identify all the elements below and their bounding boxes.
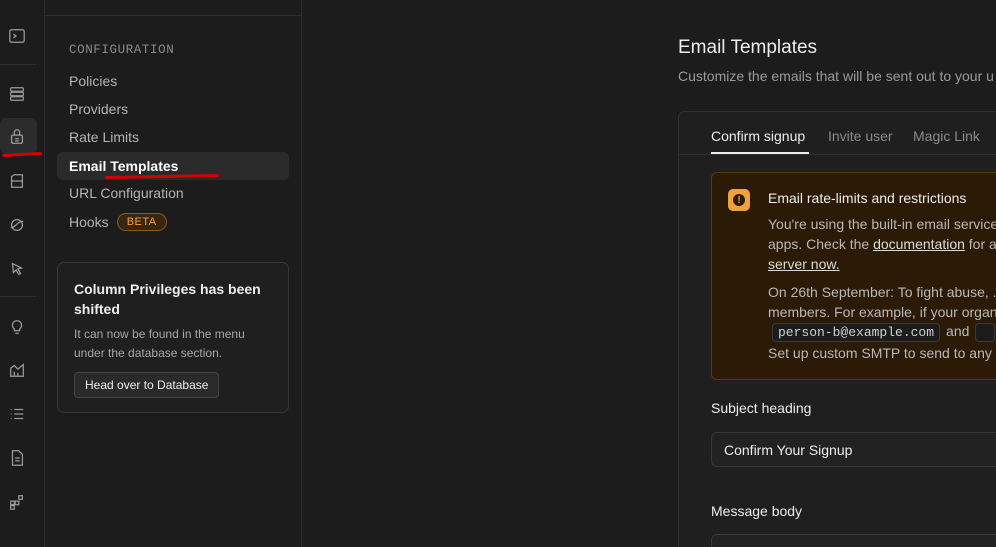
warning-text: and: [946, 323, 970, 339]
section-title: CONFIGURATION: [69, 43, 175, 57]
warning-line: apps. Check the documentation for a: [768, 234, 996, 254]
server-now-link[interactable]: server now.: [768, 254, 996, 274]
warning-line: On 26th September: To fight abuse, .: [768, 284, 996, 300]
column-privileges-notice: Column Privileges has been shifted It ca…: [57, 262, 289, 413]
pointer-icon[interactable]: [6, 258, 28, 280]
warning-code-row: person-b@example.com and: [772, 323, 996, 342]
lock-icon[interactable]: [6, 125, 28, 147]
icon-rail: [0, 0, 45, 547]
warning-text: for a: [964, 236, 996, 252]
page-title: Email Templates: [678, 37, 818, 58]
sidebar-item-providers[interactable]: Providers: [57, 95, 289, 123]
sidebar-item-label: Hooks: [69, 214, 109, 230]
subject-heading-label: Subject heading: [711, 400, 812, 416]
documentation-link[interactable]: documentation: [873, 236, 965, 252]
sidebar-item-policies[interactable]: Policies: [57, 67, 289, 95]
message-body-editor[interactable]: [711, 534, 996, 547]
active-tab-indicator: [711, 152, 809, 154]
warning-line: members. For example, if your organ: [768, 304, 996, 320]
sidebar-item-label: Providers: [69, 101, 129, 117]
warning-text: apps. Check the: [768, 236, 874, 252]
database-icon[interactable]: [6, 83, 28, 105]
warning-line: Set up custom SMTP to send to any: [768, 345, 992, 361]
warning-body: You're using the built-in email service …: [768, 214, 996, 274]
warning-line: You're using the built-in email service: [768, 216, 996, 232]
auth-sidebar: CONFIGURATION Policies Providers Rate Li…: [45, 0, 302, 547]
red-annotation-mark: [1, 151, 43, 158]
list-icon[interactable]: [6, 403, 28, 425]
sidebar-item-rate-limits[interactable]: Rate Limits: [57, 123, 289, 151]
reports-icon[interactable]: [6, 359, 28, 381]
document-icon[interactable]: [6, 447, 28, 469]
subject-heading-input[interactable]: Confirm Your Signup: [711, 432, 996, 467]
rate-limit-warning: ! Email rate-limits and restrictions You…: [711, 172, 996, 380]
sidebar-item-label: Rate Limits: [69, 129, 140, 145]
tab-invite-user[interactable]: Invite user: [828, 128, 893, 144]
rail-divider: [0, 296, 36, 297]
page-subtitle: Customize the emails that will be sent o…: [678, 68, 994, 84]
realtime-icon[interactable]: [6, 214, 28, 236]
notice-title: Column Privileges has been shifted: [74, 281, 261, 317]
sidebar-divider: [45, 15, 301, 16]
head-over-to-database-button[interactable]: Head over to Database: [74, 372, 220, 398]
sidebar-item-label: Email Templates: [69, 158, 179, 174]
warning-title: Email rate-limits and restrictions: [768, 190, 967, 206]
email-templates-card: Confirm signup Invite user Magic Link ! …: [678, 111, 996, 547]
warning-body: On 26th September: To fight abuse, . mem…: [768, 282, 996, 322]
template-tabs: Confirm signup Invite user Magic Link: [679, 112, 996, 155]
message-body-label: Message body: [711, 503, 803, 519]
code-example: person-b@example.com: [772, 323, 941, 342]
notice-text: It can now be found in the menu under th…: [74, 327, 245, 360]
beta-badge: BETA: [116, 213, 167, 231]
sidebar-item-url-configuration[interactable]: URL Configuration: [57, 179, 289, 207]
storage-icon[interactable]: [6, 170, 28, 192]
lightbulb-icon[interactable]: [6, 316, 28, 338]
tab-confirm-signup[interactable]: Confirm signup: [711, 128, 805, 144]
sidebar-item-hooks[interactable]: Hooks BETA: [57, 208, 289, 236]
integrations-icon[interactable]: [6, 491, 28, 513]
code-example: [975, 323, 996, 342]
sidebar-item-label: Policies: [69, 73, 118, 89]
warning-icon: !: [728, 189, 750, 211]
rail-divider: [0, 64, 36, 65]
sidebar-item-label: URL Configuration: [69, 185, 184, 201]
tab-magic-link[interactable]: Magic Link: [913, 128, 980, 144]
terminal-icon[interactable]: [6, 25, 28, 47]
